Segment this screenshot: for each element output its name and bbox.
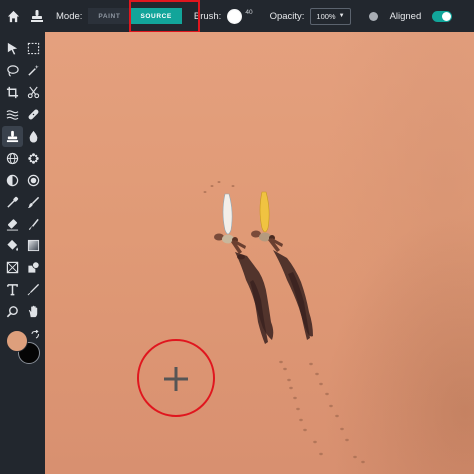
tool-liquify[interactable]	[2, 104, 23, 126]
tool-shape[interactable]	[23, 257, 44, 279]
tool-paint-bucket[interactable]	[2, 235, 23, 257]
options-bar: Mode: PAINT SOURCE Brush: 40 Opacity: 10…	[0, 0, 474, 32]
mode-paint-button[interactable]: PAINT	[88, 8, 131, 24]
tool-distort[interactable]	[2, 147, 23, 169]
mode-label: Mode:	[56, 10, 83, 22]
tool-zoom[interactable]	[2, 301, 23, 323]
tool-brush[interactable]	[23, 191, 44, 213]
move-icon	[7, 43, 18, 55]
toggle-knob	[442, 11, 452, 21]
aligned-label: Aligned	[389, 10, 422, 22]
mode-segmented-control: PAINT SOURCE	[88, 7, 182, 25]
tool-frame[interactable]	[2, 257, 23, 279]
tool-text[interactable]	[2, 279, 23, 301]
tool-gradient[interactable]	[23, 235, 44, 257]
magic-wand-icon	[28, 65, 39, 76]
tool-pen[interactable]	[23, 279, 44, 301]
clone-stamp-icon	[6, 130, 19, 143]
tool-burn[interactable]	[23, 169, 44, 191]
swap-colors-icon[interactable]	[30, 330, 40, 340]
tool-blur[interactable]	[23, 126, 44, 148]
surfboard-white	[222, 193, 233, 235]
eyedropper-icon	[7, 196, 19, 208]
tool-crop[interactable]	[2, 82, 23, 104]
tool-scissors[interactable]	[23, 82, 44, 104]
tool-dodge[interactable]	[2, 169, 23, 191]
tool-eraser[interactable]	[2, 213, 23, 235]
marquee-icon	[27, 43, 40, 55]
brush-size-value: 40	[245, 8, 253, 16]
surfer-1	[214, 233, 246, 254]
brush-label: Brush:	[193, 10, 222, 22]
caret-down-icon: ▼	[338, 13, 345, 19]
foreground-color-swatch[interactable]	[6, 330, 28, 352]
smudge-icon	[28, 218, 39, 230]
zoom-icon	[6, 306, 18, 318]
toolbox	[0, 32, 45, 474]
crop-icon	[6, 87, 19, 99]
clone-stamp-icon	[31, 10, 43, 22]
home-icon	[7, 10, 19, 22]
tool-sponge[interactable]	[23, 147, 44, 169]
tool-grid	[2, 38, 44, 323]
dodge-icon	[6, 174, 19, 186]
opacity-dropdown[interactable]: 100% ▼	[310, 7, 351, 25]
opacity-value: 100%	[316, 11, 336, 21]
lasso-icon	[7, 65, 19, 77]
surfboard-yellow	[259, 191, 270, 233]
surfer-2	[251, 230, 283, 252]
scissors-icon	[27, 86, 40, 99]
home-button[interactable]	[2, 0, 24, 32]
tool-move[interactable]	[2, 38, 23, 60]
drop-icon	[29, 130, 38, 143]
tool-eyedropper[interactable]	[2, 191, 23, 213]
liquify-icon	[6, 110, 19, 120]
aligned-toggle[interactable]	[432, 10, 453, 22]
frame-icon	[6, 262, 19, 274]
tool-healing[interactable]	[23, 104, 44, 126]
globe-icon	[6, 152, 19, 165]
brush-preview[interactable]	[227, 8, 243, 24]
tool-hand[interactable]	[23, 301, 44, 323]
shape-icon	[28, 261, 40, 273]
hand-icon	[28, 305, 38, 318]
paint-bucket-icon	[7, 240, 18, 252]
image-canvas[interactable]	[45, 32, 474, 474]
tool-smudge[interactable]	[23, 213, 44, 235]
burn-icon	[27, 174, 40, 186]
bandage-icon	[28, 109, 39, 120]
text-icon	[7, 284, 18, 296]
active-tool-button[interactable]	[24, 0, 50, 32]
color-swatches	[6, 330, 42, 368]
opacity-label: Opacity:	[269, 10, 305, 22]
clone-source-crosshair-icon[interactable]	[163, 366, 189, 392]
tool-marquee[interactable]	[23, 38, 44, 60]
brush-hardness-dot[interactable]	[368, 11, 378, 21]
gradient-icon	[27, 240, 40, 252]
pen-icon	[27, 284, 40, 296]
brush-icon	[27, 196, 40, 208]
tool-magic-wand[interactable]	[23, 60, 44, 82]
eraser-icon	[6, 218, 19, 231]
tool-clone-stamp[interactable]	[2, 125, 23, 148]
sponge-icon	[28, 153, 39, 164]
tool-lasso[interactable]	[2, 60, 23, 82]
mode-source-button[interactable]: SOURCE	[130, 8, 182, 24]
beach-photo	[203, 181, 365, 464]
